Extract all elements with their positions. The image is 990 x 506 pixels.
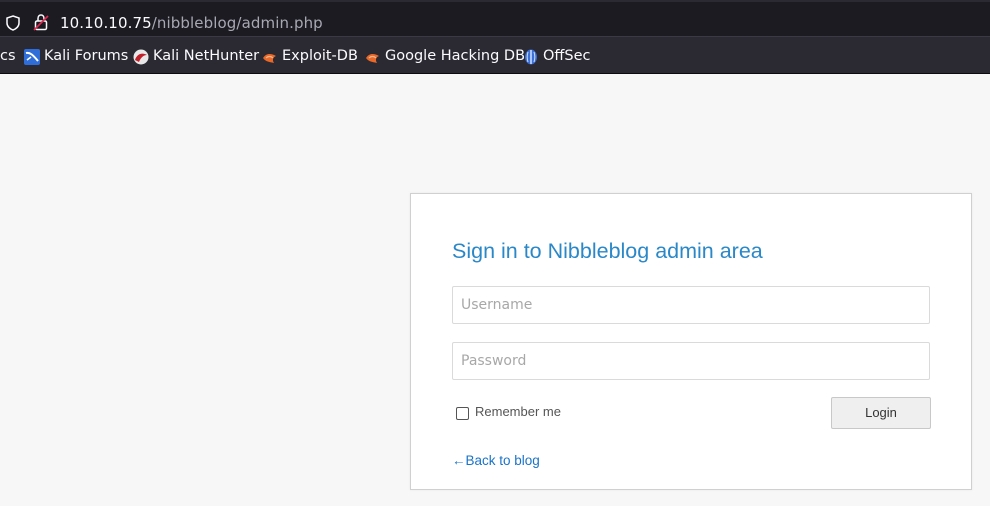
login-title: Sign in to Nibbleblog admin area — [452, 239, 763, 263]
tracking-protection-shield-icon[interactable] — [6, 15, 20, 31]
url-host: 10.10.10.75 — [60, 14, 152, 32]
login-panel: Sign in to Nibbleblog admin area Remembe… — [410, 193, 972, 490]
address-field[interactable]: 10.10.10.75/nibbleblog/admin.php — [0, 2, 990, 37]
login-button[interactable]: Login — [831, 397, 931, 429]
username-input[interactable] — [452, 286, 930, 324]
remember-me-checkbox[interactable] — [456, 407, 469, 420]
url-path: /nibbleblog/admin.php — [151, 14, 323, 32]
kali-forums-icon — [24, 49, 40, 65]
kali-nethunter-icon — [133, 49, 149, 65]
exploitdb-icon — [263, 53, 276, 63]
back-to-blog-link[interactable]: ←Back to blog — [452, 453, 540, 468]
bookmark-docs[interactable]: cs — [0, 48, 16, 64]
browser-chrome: 10.10.10.75/nibbleblog/admin.php cs Kali… — [0, 0, 990, 74]
offsec-icon — [525, 49, 537, 65]
url-bar: 10.10.10.75/nibbleblog/admin.php — [0, 0, 990, 38]
bookmarks-toolbar: cs Kali Forums Kali NetHunter Exploit-DB… — [0, 38, 990, 74]
password-input[interactable] — [452, 342, 930, 380]
insecure-lock-icon[interactable] — [33, 13, 49, 31]
bookmark-kali-forums[interactable]: Kali Forums — [44, 48, 128, 64]
bookmark-offsec[interactable]: OffSec — [543, 48, 591, 64]
bookmark-exploit-db[interactable]: Exploit-DB — [282, 48, 358, 64]
remember-me-label[interactable]: Remember me — [475, 404, 561, 419]
url-text[interactable]: 10.10.10.75/nibbleblog/admin.php — [60, 14, 323, 32]
ghdb-icon — [366, 53, 379, 63]
bookmark-google-hacking-db[interactable]: Google Hacking DB — [385, 48, 525, 64]
bookmark-kali-nethunter[interactable]: Kali NetHunter — [153, 48, 259, 64]
